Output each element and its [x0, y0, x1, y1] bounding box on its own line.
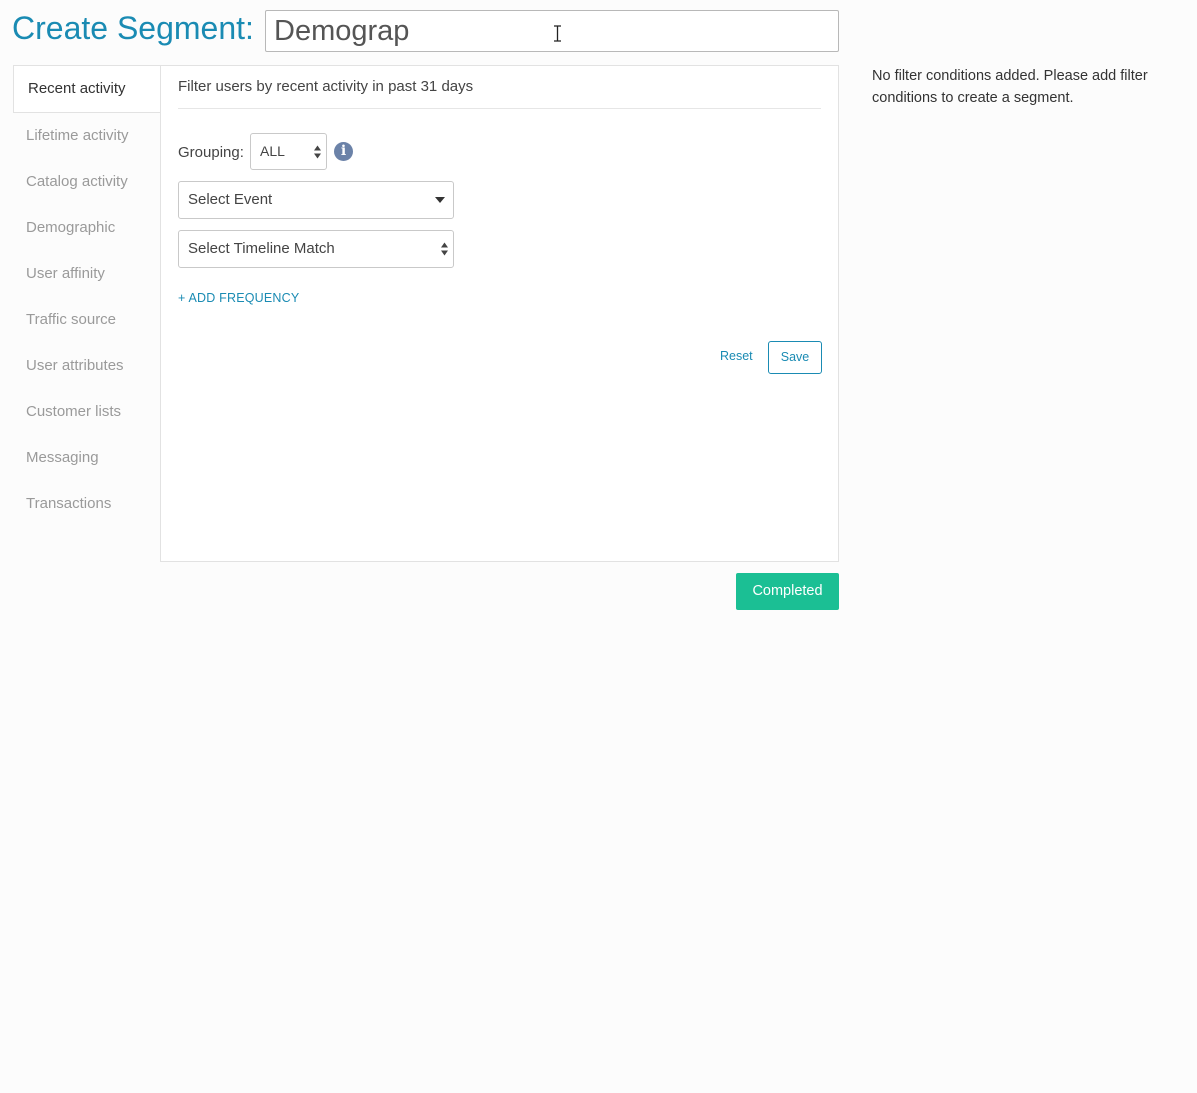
grouping-select[interactable]: ALL: [250, 133, 327, 170]
select-timeline-match-dropdown[interactable]: Select Timeline Match: [178, 230, 454, 268]
filter-category-tabs: Recent activity Lifetime activity Catalo…: [13, 65, 161, 527]
page-title: Create Segment:: [12, 10, 254, 46]
caret-down-icon: [435, 197, 445, 203]
tab-transactions[interactable]: Transactions: [13, 481, 161, 527]
save-button[interactable]: Save: [768, 341, 822, 374]
tab-demographic[interactable]: Demographic: [13, 205, 161, 251]
tab-traffic-source[interactable]: Traffic source: [13, 297, 161, 343]
filter-panel: Filter users by recent activity in past …: [160, 65, 839, 562]
segment-name-input[interactable]: [266, 11, 838, 51]
tab-lifetime-activity[interactable]: Lifetime activity: [13, 113, 161, 159]
tab-catalog-activity[interactable]: Catalog activity: [13, 159, 161, 205]
completed-button[interactable]: Completed: [736, 573, 839, 610]
grouping-label: Grouping:: [178, 144, 244, 161]
tab-recent-activity[interactable]: Recent activity: [13, 65, 161, 113]
select-event-label: Select Event: [188, 191, 273, 208]
tab-customer-lists[interactable]: Customer lists: [13, 389, 161, 435]
select-timeline-label: Select Timeline Match: [188, 240, 335, 257]
tab-messaging[interactable]: Messaging: [13, 435, 161, 481]
empty-conditions-message: No filter conditions added. Please add f…: [872, 68, 1148, 106]
reset-button[interactable]: Reset: [720, 349, 753, 363]
add-frequency-link[interactable]: + ADD FREQUENCY: [178, 291, 299, 305]
updown-arrows-icon: [314, 145, 321, 158]
updown-arrows-icon: [441, 242, 448, 256]
info-circle-icon[interactable]: i: [334, 142, 353, 161]
text-cursor-icon: [554, 25, 561, 42]
tab-user-attributes[interactable]: User attributes: [13, 343, 161, 389]
panel-heading: Filter users by recent activity in past …: [178, 78, 821, 109]
grouping-select-value: ALL: [260, 143, 285, 159]
segment-name-field[interactable]: [265, 10, 839, 52]
select-event-dropdown[interactable]: Select Event: [178, 181, 454, 219]
tab-user-affinity[interactable]: User affinity: [13, 251, 161, 297]
